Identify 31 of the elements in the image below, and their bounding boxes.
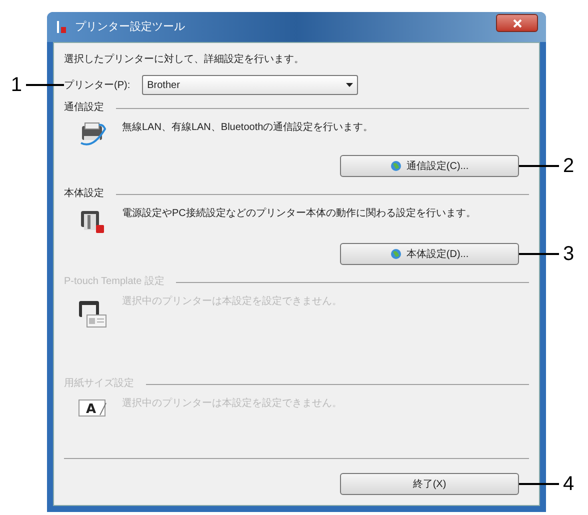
globe-icon	[390, 248, 402, 260]
leader-line	[519, 165, 559, 167]
section-heading: 通信設定	[64, 101, 104, 115]
section-description: 電源設定やPC接続設定などのプリンター本体の動作に関わる設定を行います。	[122, 207, 476, 221]
window-title: プリンター設定ツール	[75, 20, 185, 35]
settings-button[interactable]: 本体設定(D)...	[340, 243, 519, 265]
callout-number: 1	[10, 75, 22, 95]
leader-line	[519, 253, 559, 255]
globe-icon	[390, 160, 402, 172]
close-button[interactable]	[496, 14, 538, 32]
settings-button[interactable]: 通信設定(C)...	[340, 155, 519, 177]
section-heading: 用紙サイズ設定	[64, 377, 134, 391]
section-description: 無線LAN、有線LAN、Bluetoothの通信設定を行います。	[122, 121, 374, 135]
printer-label: プリンター(P):	[64, 80, 130, 90]
printer-template-icon	[78, 299, 108, 329]
paper-size-icon: A	[78, 397, 108, 419]
leader-line	[519, 483, 559, 485]
callout-number: 4	[563, 474, 574, 494]
dropdown-caret-icon	[346, 83, 354, 87]
section-heading: P-touch Template 設定	[64, 275, 164, 289]
printer-dropdown[interactable]: Brother	[142, 75, 358, 95]
section-heading: 本体設定	[64, 187, 104, 201]
close-icon	[512, 18, 522, 28]
callout-number: 3	[563, 244, 574, 264]
intro-text: 選択したプリンターに対して、詳細設定を行います。	[64, 53, 305, 67]
leader-line	[26, 84, 64, 86]
printer-icon	[79, 121, 107, 147]
exit-button[interactable]: 終了(X)	[340, 473, 519, 495]
callout-number: 2	[563, 156, 574, 176]
section-description: 選択中のプリンターは本設定を設定できません。	[122, 397, 342, 411]
section-description: 選択中のプリンターは本設定を設定できません。	[122, 295, 342, 309]
